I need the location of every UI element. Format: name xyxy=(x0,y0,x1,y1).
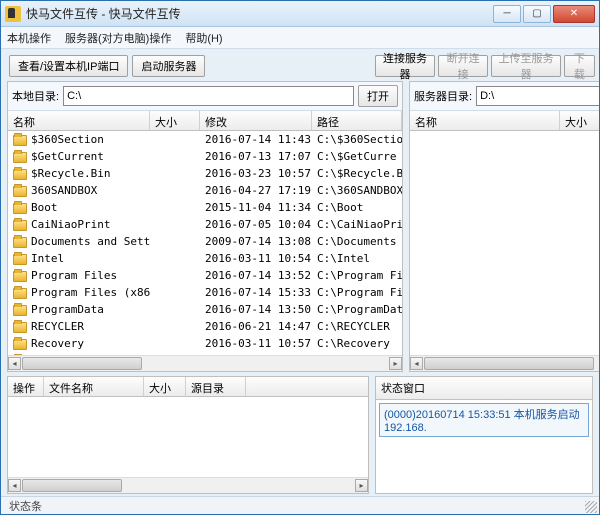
server-grid-header: 名称 大小 修改 xyxy=(410,111,599,131)
status-text: 状态条 xyxy=(9,501,42,513)
menu-local[interactable]: 本机操作 xyxy=(7,30,51,46)
status-title: 状态窗口 xyxy=(376,377,592,400)
col-path[interactable]: 路径 xyxy=(312,111,402,130)
table-row[interactable]: Documents and Settings2009-07-14 13:08C:… xyxy=(8,233,402,250)
col-name[interactable]: 名称 xyxy=(410,111,560,130)
scroll-thumb[interactable] xyxy=(22,357,142,370)
connect-server-button[interactable]: 连接服务器 xyxy=(375,55,435,77)
titlebar[interactable]: 快马文件互传 - 快马文件互传 ─ ▢ ✕ xyxy=(1,1,599,27)
local-dir-label: 本地目录: xyxy=(12,88,59,104)
col-name[interactable]: 名称 xyxy=(8,111,150,130)
server-path-input[interactable] xyxy=(476,86,599,106)
close-button[interactable]: ✕ xyxy=(553,5,595,23)
scroll-thumb[interactable] xyxy=(424,357,594,370)
col-size[interactable]: 大小 xyxy=(144,377,186,396)
status-pane: 状态窗口 (0000)20160714 15:33:51 本机服务启动 192.… xyxy=(375,376,593,494)
menu-server[interactable]: 服务器(对方电脑)操作 xyxy=(65,30,171,46)
table-row[interactable]: CaiNiaoPrint2016-07-05 10:04C:\CaiNiaoPr… xyxy=(8,216,402,233)
folder-icon xyxy=(13,169,27,180)
local-hscroll[interactable]: ◂ ▸ xyxy=(8,355,402,371)
scroll-right-icon[interactable]: ▸ xyxy=(389,357,402,370)
table-row[interactable]: Program Files2016-07-14 13:52C:\Program … xyxy=(8,267,402,284)
scroll-left-icon[interactable]: ◂ xyxy=(410,357,423,370)
folder-icon xyxy=(13,288,27,299)
table-row[interactable]: ProgramData2016-07-14 13:50C:\ProgramDat… xyxy=(8,301,402,318)
resize-grip-icon[interactable] xyxy=(585,501,597,513)
transfer-queue-pane: 操作 文件名称 大小 源目录 ◂ ▸ xyxy=(7,376,369,494)
folder-icon xyxy=(13,152,27,163)
col-size[interactable]: 大小 xyxy=(560,111,599,130)
table-row[interactable]: $GetCurrent2016-07-13 17:07C:\$GetCurre xyxy=(8,148,402,165)
upload-button[interactable]: 上传至服务器 xyxy=(491,55,561,77)
window-title: 快马文件互传 - 快马文件互传 xyxy=(26,5,493,22)
table-row[interactable]: RECYCLER2016-06-21 14:47C:\RECYCLER xyxy=(8,318,402,335)
maximize-button[interactable]: ▢ xyxy=(523,5,551,23)
folder-icon xyxy=(13,339,27,350)
col-size[interactable]: 大小 xyxy=(150,111,200,130)
app-icon xyxy=(5,6,21,22)
scroll-left-icon[interactable]: ◂ xyxy=(8,357,21,370)
download-button[interactable]: 下载 xyxy=(564,55,595,77)
folder-icon xyxy=(13,220,27,231)
table-row[interactable]: Intel2016-03-11 10:54C:\Intel xyxy=(8,250,402,267)
server-hscroll[interactable]: ◂ ▸ xyxy=(410,355,599,371)
local-grid-header: 名称 大小 修改 路径 xyxy=(8,111,402,131)
server-dir-label: 服务器目录: xyxy=(414,88,472,104)
folder-icon xyxy=(13,237,27,248)
statusbar: 状态条 xyxy=(1,496,599,514)
table-row[interactable]: $360Section2016-07-14 11:43C:\$360Sectio… xyxy=(8,131,402,148)
table-row[interactable]: 360SANDBOX2016-04-27 17:19C:\360SANDBOX xyxy=(8,182,402,199)
queue-hscroll[interactable]: ◂ ▸ xyxy=(8,477,368,493)
status-line: (0000)20160714 15:33:51 本机服务启动 192.168. xyxy=(379,403,589,437)
view-set-port-button[interactable]: 查看/设置本机IP端口 xyxy=(9,55,128,77)
scroll-right-icon[interactable]: ▸ xyxy=(355,479,368,492)
menubar: 本机操作 服务器(对方电脑)操作 帮助(H) xyxy=(1,27,599,49)
local-open-button[interactable]: 打开 xyxy=(358,85,398,107)
server-pane: 服务器目录: 打开 名称 大小 修改 ◂ ▸ xyxy=(409,81,599,372)
folder-icon xyxy=(13,254,27,265)
folder-icon xyxy=(13,271,27,282)
app-window: 快马文件互传 - 快马文件互传 ─ ▢ ✕ 本机操作 服务器(对方电脑)操作 帮… xyxy=(0,0,600,515)
col-source[interactable]: 源目录 xyxy=(186,377,246,396)
table-row[interactable]: $Recycle.Bin2016-03-23 10:57C:\$Recycle.… xyxy=(8,165,402,182)
table-row[interactable]: Boot2015-11-04 11:34C:\Boot xyxy=(8,199,402,216)
col-filename[interactable]: 文件名称 xyxy=(44,377,144,396)
scroll-thumb[interactable] xyxy=(22,479,122,492)
scroll-left-icon[interactable]: ◂ xyxy=(8,479,21,492)
server-file-list[interactable] xyxy=(410,131,599,355)
status-log[interactable]: (0000)20160714 15:33:51 本机服务启动 192.168. xyxy=(376,400,592,493)
folder-icon xyxy=(13,322,27,333)
table-row[interactable]: Program Files (x86)2016-07-14 15:33C:\Pr… xyxy=(8,284,402,301)
col-op[interactable]: 操作 xyxy=(8,377,44,396)
menu-help[interactable]: 帮助(H) xyxy=(185,30,222,46)
disconnect-button[interactable]: 断开连接 xyxy=(438,55,488,77)
transfer-queue-list[interactable] xyxy=(8,397,368,477)
col-modified[interactable]: 修改 xyxy=(200,111,312,130)
start-server-button[interactable]: 启动服务器 xyxy=(132,55,205,77)
folder-icon xyxy=(13,203,27,214)
local-file-list[interactable]: $360Section2016-07-14 11:43C:\$360Sectio… xyxy=(8,131,402,355)
folder-icon xyxy=(13,305,27,316)
minimize-button[interactable]: ─ xyxy=(493,5,521,23)
folder-icon xyxy=(13,186,27,197)
local-pane: 本地目录: 打开 名称 大小 修改 路径 $360Section2016-07-… xyxy=(7,81,403,372)
table-row[interactable]: Recovery2016-03-11 10:57C:\Recovery xyxy=(8,335,402,352)
local-path-input[interactable] xyxy=(63,86,354,106)
folder-icon xyxy=(13,135,27,146)
